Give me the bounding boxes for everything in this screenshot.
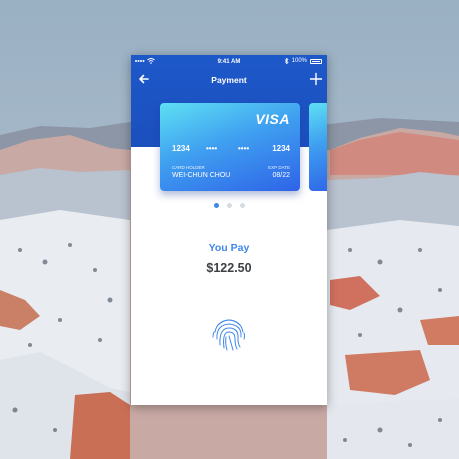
pager-dot-2[interactable] — [226, 203, 232, 208]
plus-icon[interactable] — [309, 72, 323, 86]
card-holder-label: CARD HOLDER — [172, 165, 205, 170]
credit-card[interactable]: VISA 1234 •••• •••• 1234 CARD HOLDER WEI… — [160, 103, 300, 191]
exp-date-value: 08/22 — [272, 172, 290, 179]
fingerprint-icon[interactable] — [210, 315, 248, 353]
card-holder-name: WEI-CHUN CHOU — [172, 172, 231, 179]
you-pay-label: You Pay — [208, 242, 250, 254]
card-number-group-1: 1234 — [172, 144, 190, 153]
battery-percent: 100% — [291, 58, 307, 64]
exp-date-label: EXP DATE — [268, 165, 290, 170]
bluetooth-icon — [284, 58, 289, 64]
battery-icon — [310, 58, 322, 64]
pager-dot-1[interactable] — [213, 203, 219, 208]
card-pager — [131, 203, 327, 208]
status-bar: 9:41 AM 100% — [131, 55, 327, 69]
payment-amount: $122.50 — [206, 261, 252, 275]
card-number-group-3: •••• — [238, 144, 250, 153]
next-card-peek[interactable] — [309, 103, 327, 191]
pager-dot-3[interactable] — [239, 203, 245, 208]
payment-screen: 9:41 AM 100% Payment VISA 1234 •••• ••••… — [131, 55, 327, 405]
card-brand-logo: VISA — [255, 111, 290, 127]
page-title: Payment — [211, 75, 247, 85]
status-right: 100% — [284, 58, 322, 64]
card-number-group-4: 1234 — [272, 144, 290, 153]
card-number-group-2: •••• — [206, 144, 218, 153]
navigation-bar: Payment — [131, 69, 327, 91]
